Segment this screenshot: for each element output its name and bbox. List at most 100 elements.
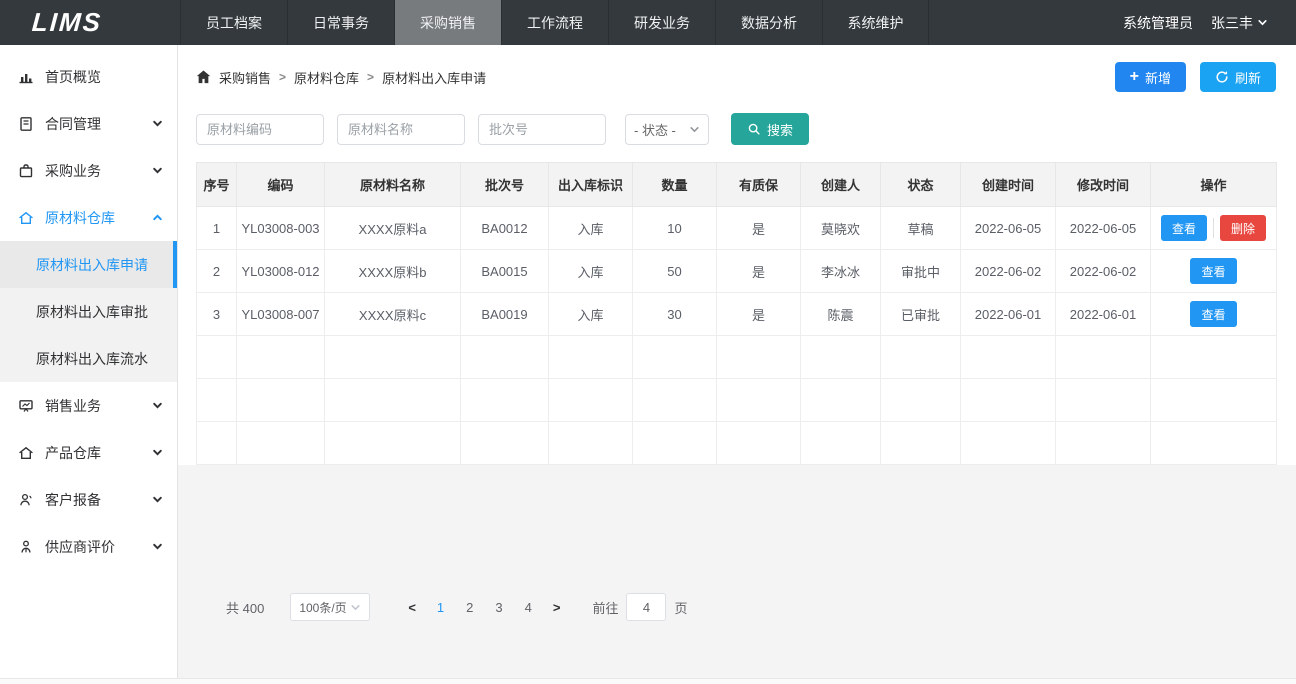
sidebar-item-customer-report[interactable]: 客户报备 xyxy=(0,476,177,523)
next-page-button[interactable]: > xyxy=(543,600,571,615)
cell-status: 草稿 xyxy=(881,207,961,250)
nav-tab-workflow[interactable]: 工作流程 xyxy=(501,0,608,45)
empty-cell xyxy=(325,379,461,422)
chevron-down-icon xyxy=(152,494,163,505)
cell-material-name: XXXX原料c xyxy=(325,293,461,336)
sidebar-item-contracts[interactable]: 合同管理 xyxy=(0,100,177,147)
page-number-4[interactable]: 4 xyxy=(514,600,543,615)
empty-cell xyxy=(1056,336,1151,379)
refresh-button[interactable]: 刷新 xyxy=(1200,62,1276,92)
goto-page-input[interactable] xyxy=(626,593,666,621)
batch-no-input[interactable] xyxy=(478,114,606,145)
cell-creator: 莫晓欢 xyxy=(801,207,881,250)
page-size-value: 100条/页 xyxy=(299,599,350,616)
sidebar-item-sales[interactable]: 销售业务 xyxy=(0,382,177,429)
chevron-down-icon xyxy=(152,447,163,458)
sidebar-item-home-overview[interactable]: 首页概览 xyxy=(0,53,177,100)
page-size-select[interactable]: 100条/页 xyxy=(290,593,370,621)
chevron-down-icon xyxy=(350,602,361,613)
supplier-icon xyxy=(18,538,35,555)
breadcrumb-item[interactable]: 采购销售 xyxy=(219,68,271,87)
col-quantity: 数量 xyxy=(633,163,717,207)
empty-cell xyxy=(461,379,549,422)
empty-cell xyxy=(961,422,1056,465)
nav-tab-employee[interactable]: 员工档案 xyxy=(180,0,287,45)
cell-actions: 查看 删除 xyxy=(1151,207,1277,250)
nav-tab-daily[interactable]: 日常事务 xyxy=(287,0,394,45)
cell-inout-flag: 入库 xyxy=(549,207,633,250)
user-menu[interactable]: 张三丰 xyxy=(1211,13,1268,33)
col-modified-time: 修改时间 xyxy=(1056,163,1151,207)
cell-code: YL03008-003 xyxy=(237,207,325,250)
records-table: 序号 编码 原材料名称 批次号 出入库标识 数量 有质保 创建人 状态 创建时间… xyxy=(196,162,1277,465)
bottom-scrollbar-strip[interactable] xyxy=(0,678,1296,684)
view-button[interactable]: 查看 xyxy=(1190,258,1236,284)
view-button[interactable]: 查看 xyxy=(1190,301,1236,327)
content-panel: 采购销售 > 原材料仓库 > 原材料出入库申请 + 新增 刷新 xyxy=(178,45,1296,465)
add-button[interactable]: + 新增 xyxy=(1115,62,1186,92)
sidebar-item-label: 客户报备 xyxy=(45,490,142,510)
cell-inout-flag: 入库 xyxy=(549,293,633,336)
col-status: 状态 xyxy=(881,163,961,207)
status-select[interactable]: - 状态 - xyxy=(625,114,709,145)
nav-tab-rnd[interactable]: 研发业务 xyxy=(608,0,715,45)
page-number-2[interactable]: 2 xyxy=(455,600,484,615)
cell-material-name: XXXX原料a xyxy=(325,207,461,250)
search-button[interactable]: 搜索 xyxy=(731,113,809,145)
cell-quantity: 10 xyxy=(633,207,717,250)
sidebar-item-supplier-evaluation[interactable]: 供应商评价 xyxy=(0,523,177,570)
sidebar-item-purchasing[interactable]: 采购业务 xyxy=(0,147,177,194)
cell-index: 1 xyxy=(197,207,237,250)
cell-creator: 陈震 xyxy=(801,293,881,336)
page-number-1[interactable]: 1 xyxy=(426,600,455,615)
nav-tabs: 员工档案 日常事务 采购销售 工作流程 研发业务 数据分析 系统维护 xyxy=(180,0,929,45)
user-role: 系统管理员 xyxy=(1123,13,1193,33)
cell-quantity: 50 xyxy=(633,250,717,293)
cell-warranty: 是 xyxy=(717,293,801,336)
view-button[interactable]: 查看 xyxy=(1161,215,1207,241)
nav-tab-maintenance[interactable]: 系统维护 xyxy=(822,0,929,45)
cell-modified-time: 2022-06-05 xyxy=(1056,207,1151,250)
material-name-input[interactable] xyxy=(337,114,465,145)
sidebar-subitem-label: 原材料出入库申请 xyxy=(36,255,148,275)
empty-cell xyxy=(461,422,549,465)
sidebar-item-product-warehouse[interactable]: 产品仓库 xyxy=(0,429,177,476)
delete-button[interactable]: 删除 xyxy=(1220,215,1266,241)
sidebar-subitem-inout-record[interactable]: 原材料出入库流水 xyxy=(0,335,177,382)
empty-table-row xyxy=(197,336,1277,379)
sidebar-item-raw-material-warehouse[interactable]: 原材料仓库 xyxy=(0,194,177,241)
nav-tab-analytics[interactable]: 数据分析 xyxy=(715,0,822,45)
prev-page-button[interactable]: < xyxy=(398,600,426,615)
sidebar-subitem-inout-apply[interactable]: 原材料出入库申请 xyxy=(0,241,177,288)
col-creator: 创建人 xyxy=(801,163,881,207)
cell-status: 审批中 xyxy=(881,250,961,293)
breadcrumb-item[interactable]: 原材料出入库申请 xyxy=(382,68,486,87)
sidebar-item-label: 采购业务 xyxy=(45,161,142,181)
refresh-icon xyxy=(1215,70,1229,84)
empty-cell xyxy=(197,336,237,379)
main-content: 采购销售 > 原材料仓库 > 原材料出入库申请 + 新增 刷新 xyxy=(178,45,1296,684)
page-number-3[interactable]: 3 xyxy=(484,600,513,615)
cell-created-time: 2022-06-05 xyxy=(961,207,1056,250)
refresh-button-label: 刷新 xyxy=(1235,68,1261,87)
cell-code: YL03008-007 xyxy=(237,293,325,336)
col-material-name: 原材料名称 xyxy=(325,163,461,207)
breadcrumb-separator: > xyxy=(367,70,374,84)
cell-warranty: 是 xyxy=(717,250,801,293)
chevron-down-icon xyxy=(152,165,163,176)
col-index: 序号 xyxy=(197,163,237,207)
table-row: 3 YL03008-007 XXXX原料c BA0019 入库 30 是 陈震 … xyxy=(197,293,1277,336)
search-button-label: 搜索 xyxy=(767,120,793,139)
cell-material-name: XXXX原料b xyxy=(325,250,461,293)
breadcrumb-item[interactable]: 原材料仓库 xyxy=(294,68,359,87)
chevron-up-icon xyxy=(152,212,163,223)
nav-tab-purchase-sales[interactable]: 采购销售 xyxy=(394,0,501,45)
empty-cell xyxy=(325,336,461,379)
col-created-time: 创建时间 xyxy=(961,163,1056,207)
sidebar-subitem-label: 原材料出入库流水 xyxy=(36,349,148,369)
sidebar-subitem-inout-approve[interactable]: 原材料出入库审批 xyxy=(0,288,177,335)
material-code-input[interactable] xyxy=(196,114,324,145)
cell-status: 已审批 xyxy=(881,293,961,336)
empty-cell xyxy=(237,336,325,379)
empty-cell xyxy=(881,379,961,422)
